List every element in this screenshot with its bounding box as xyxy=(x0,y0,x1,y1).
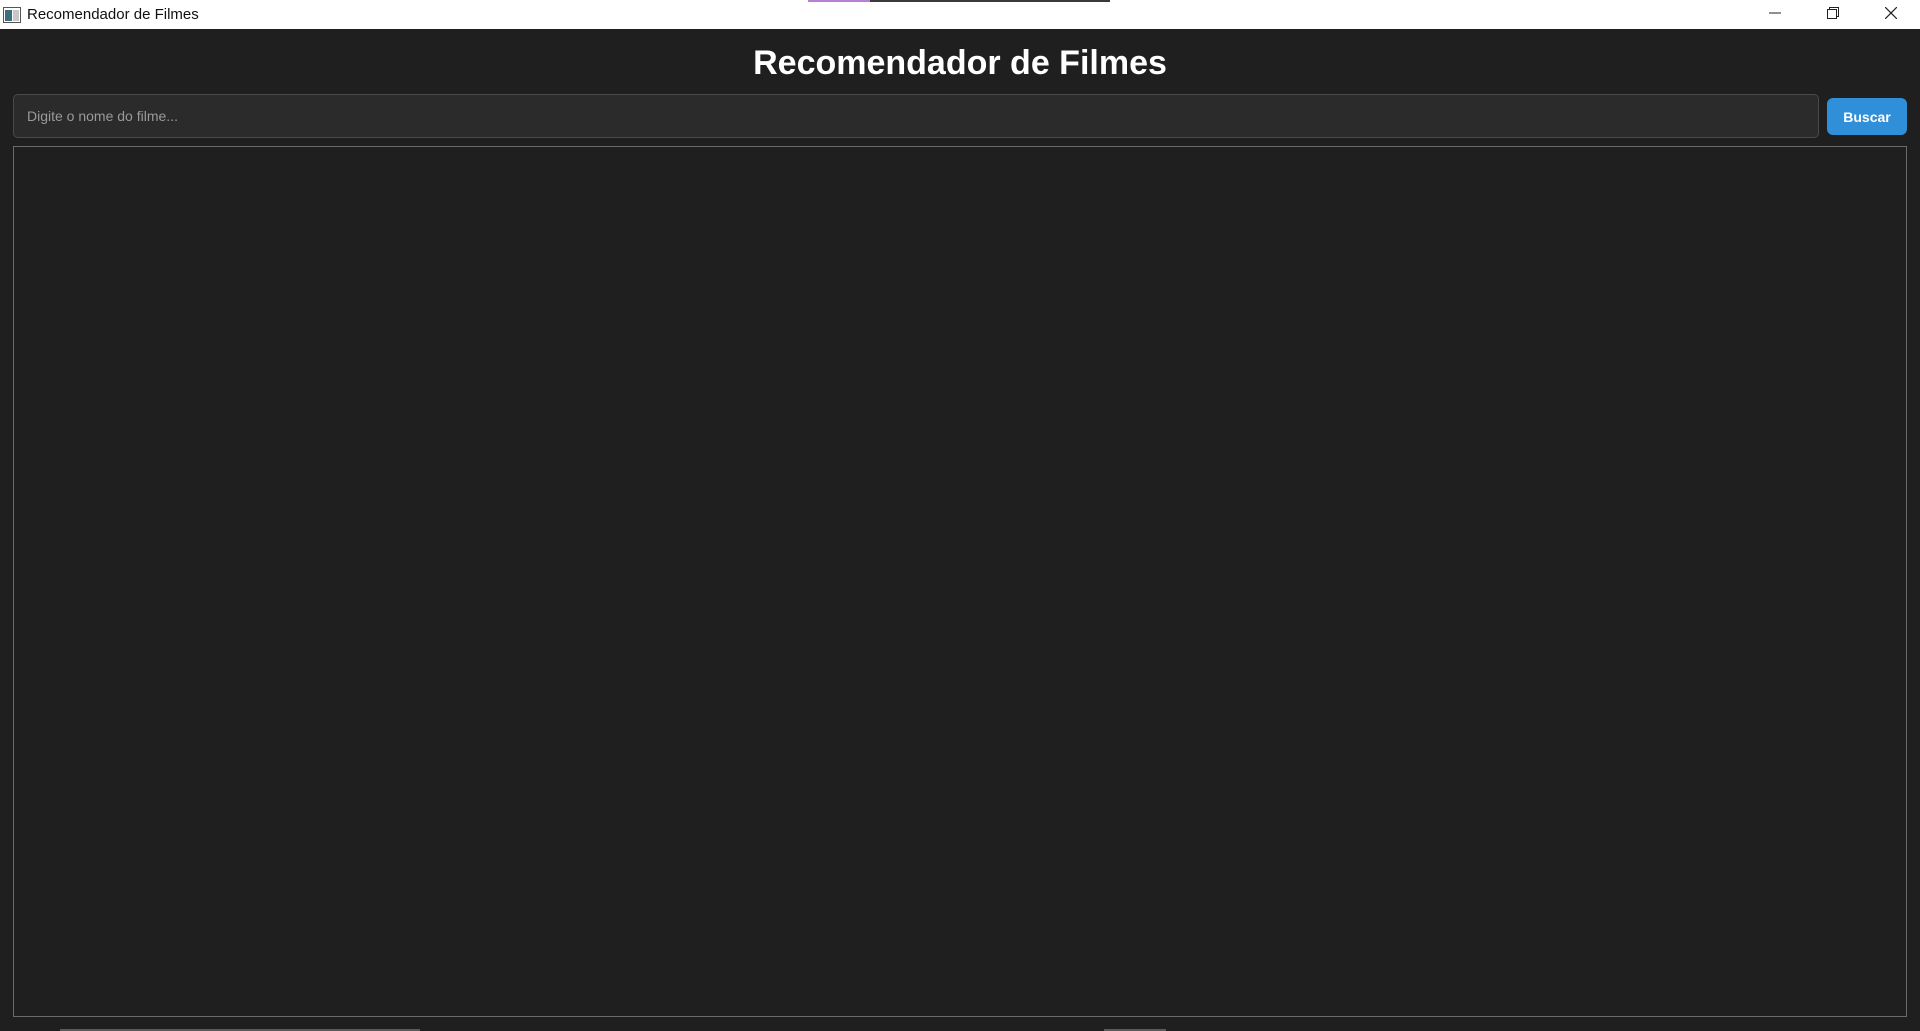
minimize-icon xyxy=(1769,6,1781,24)
window-title: Recomendador de Filmes xyxy=(27,6,199,23)
close-button[interactable] xyxy=(1862,0,1920,29)
restore-icon xyxy=(1827,6,1839,24)
close-icon xyxy=(1884,6,1898,24)
minimize-button[interactable] xyxy=(1746,0,1804,29)
results-panel[interactable] xyxy=(13,146,1907,1017)
search-button[interactable]: Buscar xyxy=(1827,98,1907,135)
restore-button[interactable] xyxy=(1804,0,1862,29)
app-icon xyxy=(3,6,21,23)
window-controls xyxy=(1746,0,1920,29)
search-input[interactable] xyxy=(13,94,1819,138)
page-title: Recomendador de Filmes xyxy=(753,44,1167,82)
window-titlebar[interactable]: Recomendador de Filmes xyxy=(0,0,1920,29)
title-accent-line xyxy=(808,0,1110,2)
